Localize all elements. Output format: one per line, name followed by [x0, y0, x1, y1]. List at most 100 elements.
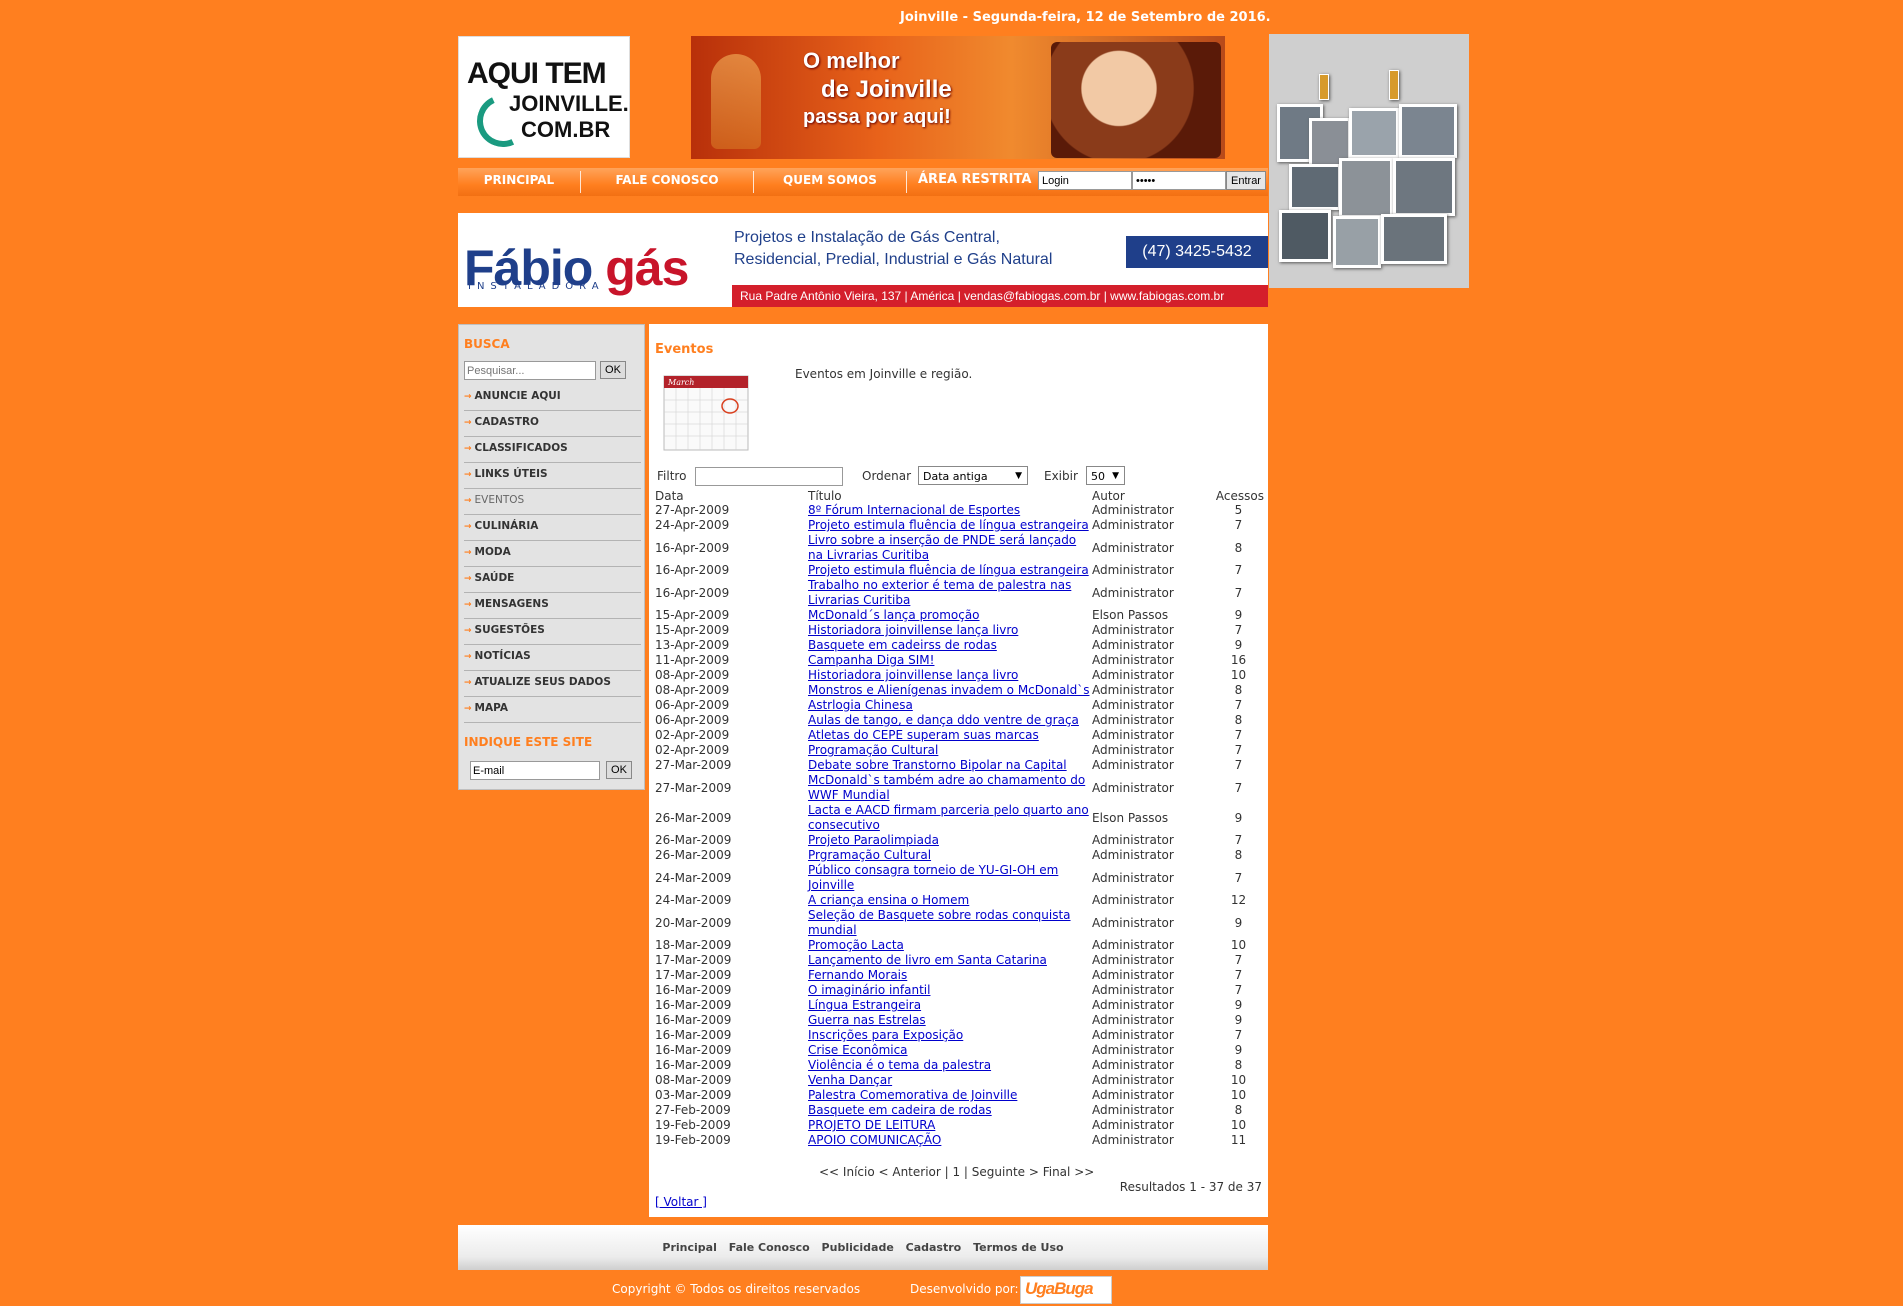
- event-date: 19-Feb-2009: [655, 1118, 731, 1132]
- event-title-link[interactable]: Projeto Paraolimpiada: [808, 833, 939, 847]
- event-title-link[interactable]: Público consagra torneio de YU-GI-OH em …: [808, 863, 1058, 892]
- email-input[interactable]: [470, 761, 600, 780]
- table-row: 11-Apr-2009 Campanha Diga SIM! Administrat…: [655, 653, 1265, 668]
- event-views: 8: [1234, 1058, 1243, 1072]
- chevron-down-icon: ▼: [1112, 471, 1119, 481]
- password-input[interactable]: [1132, 171, 1226, 190]
- event-title-link[interactable]: Lançamento de livro em Santa Catarina: [808, 953, 1047, 967]
- sidebar-item[interactable]: → MAPA: [464, 697, 641, 723]
- footer-link-cadastro[interactable]: Cadastro: [906, 1241, 962, 1254]
- event-title: Seleção de Basquete sobre rodas conquist…: [808, 908, 1092, 938]
- sidebar-item[interactable]: → CLASSIFICADOS: [464, 437, 641, 463]
- site-logo[interactable]: AQUI TEM JOINVILLE. COM.BR: [458, 36, 630, 158]
- entrar-button[interactable]: Entrar: [1226, 171, 1266, 190]
- event-title-link[interactable]: Projeto estimula fluência de língua estr…: [808, 563, 1089, 577]
- event-title-link[interactable]: McDonald´s lança promoção: [808, 608, 980, 622]
- col-data-header[interactable]: Data: [655, 489, 808, 503]
- sidebar-item[interactable]: → SAÚDE: [464, 567, 641, 593]
- footer-link-publicidade[interactable]: Publicidade: [822, 1241, 894, 1254]
- footer-link-principal[interactable]: Principal: [662, 1241, 716, 1254]
- nav-principal[interactable]: PRINCIPAL: [458, 168, 580, 196]
- event-title-link[interactable]: Basquete em cadeira de rodas: [808, 1103, 992, 1117]
- event-title-link[interactable]: Lacta e AACD firmam parceria pelo quarto…: [808, 803, 1089, 832]
- search-input[interactable]: [464, 361, 596, 380]
- nav-quem-somos[interactable]: QUEM SOMOS: [754, 168, 906, 196]
- event-title-link[interactable]: PROJETO DE LEITURA: [808, 1118, 935, 1132]
- sidebar-item[interactable]: → MENSAGENS: [464, 593, 641, 619]
- event-title: Basquete em cadeira de rodas: [808, 1103, 1092, 1118]
- table-row: 08-Apr-2009 Historiadora joinvillense lan…: [655, 668, 1265, 683]
- event-title-link[interactable]: Fernando Morais: [808, 968, 907, 982]
- event-title-link[interactable]: Astrlogia Chinesa: [808, 698, 913, 712]
- footer-link-fale-conosco[interactable]: Fale Conosco: [729, 1241, 810, 1254]
- search-ok-button[interactable]: OK: [600, 361, 626, 379]
- event-title-link[interactable]: Venha Dançar: [808, 1073, 892, 1087]
- collage-photo: [1381, 214, 1447, 264]
- event-title-link[interactable]: Guerra nas Estrelas: [808, 1013, 926, 1027]
- arrow-right-icon: →: [464, 444, 472, 454]
- event-title-link[interactable]: Prgramação Cultural: [808, 848, 931, 862]
- event-title: 8º Fórum Internacional de Esportes: [808, 503, 1092, 518]
- sidebar-item[interactable]: → ANUNCIE AQUI: [464, 385, 641, 411]
- nav-fale-conosco[interactable]: FALE CONOSCO: [581, 168, 753, 196]
- event-title-link[interactable]: Promoção Lacta: [808, 938, 904, 952]
- event-title: Historiadora joinvillense lança livro: [808, 668, 1092, 683]
- event-title-link[interactable]: Crise Econômica: [808, 1043, 908, 1057]
- sidebar-item[interactable]: → LINKS ÚTEIS: [464, 463, 641, 489]
- sidebar-item[interactable]: → ATUALIZE SEUS DADOS: [464, 671, 641, 697]
- event-title: Promoção Lacta: [808, 938, 1092, 953]
- sidebar-item[interactable]: → SUGESTÕES: [464, 619, 641, 645]
- event-title: Lançamento de livro em Santa Catarina: [808, 953, 1092, 968]
- sidebar-item[interactable]: → MODA: [464, 541, 641, 567]
- col-titulo-header[interactable]: Título: [808, 489, 1092, 503]
- event-title-link[interactable]: Livro sobre a inserção de PNDE será lanç…: [808, 533, 1076, 562]
- event-views: 7: [1234, 585, 1243, 600]
- pagination[interactable]: << Início < Anterior | 1 | Seguinte > Fi…: [819, 1165, 1094, 1179]
- event-views: 8: [1234, 848, 1243, 862]
- event-title-link[interactable]: Aulas de tango, e dança ddo ventre de gr…: [808, 713, 1079, 727]
- event-title-link[interactable]: Violência é o tema da palestra: [808, 1058, 991, 1072]
- filtro-input[interactable]: [695, 467, 843, 486]
- event-title-link[interactable]: Língua Estrangeira: [808, 998, 921, 1012]
- event-title-link[interactable]: Trabalho no exterior é tema de palestra …: [808, 578, 1071, 607]
- event-title-link[interactable]: McDonald`s também adre ao chamamento do …: [808, 773, 1085, 802]
- sidebar-item[interactable]: → NOTÍCIAS: [464, 645, 641, 671]
- event-date: 11-Apr-2009: [655, 653, 730, 667]
- photo-collage-ad[interactable]: [1269, 34, 1469, 288]
- event-title-link[interactable]: Debate sobre Transtorno Bipolar na Capit…: [808, 758, 1067, 772]
- indique-ok-button[interactable]: OK: [606, 761, 632, 779]
- event-title-link[interactable]: Monstros e Alienígenas invadem o McDonal…: [808, 683, 1090, 697]
- event-title-link[interactable]: Programação Cultural: [808, 743, 938, 757]
- developer-logo[interactable]: UgaBuga: [1020, 1276, 1112, 1304]
- fabio-gas-ad[interactable]: Fábio gás INSTALADORA Projetos e Instala…: [458, 213, 1268, 307]
- event-title-link[interactable]: A criança ensina o Homem: [808, 893, 969, 907]
- header-banner[interactable]: O melhor de Joinville passa por aqui!: [691, 36, 1225, 159]
- event-title-link[interactable]: 8º Fórum Internacional de Esportes: [808, 503, 1020, 517]
- event-title-link[interactable]: Inscrições para Exposição: [808, 1028, 963, 1042]
- event-title-link[interactable]: Seleção de Basquete sobre rodas conquist…: [808, 908, 1071, 937]
- event-title-link[interactable]: Historiadora joinvillense lança livro: [808, 668, 1018, 682]
- exibir-select[interactable]: 50 ▼: [1086, 466, 1125, 485]
- ordenar-select[interactable]: Data antiga ▼: [918, 466, 1028, 485]
- event-title-link[interactable]: Campanha Diga SIM!: [808, 653, 934, 667]
- event-title-link[interactable]: O imaginário infantil: [808, 983, 930, 997]
- login-input[interactable]: [1038, 171, 1132, 190]
- voltar-link[interactable]: [ Voltar ]: [655, 1195, 707, 1209]
- footer-link-termos[interactable]: Termos de Uso: [973, 1241, 1064, 1254]
- sidebar-item[interactable]: → CADASTRO: [464, 411, 641, 437]
- col-acessos-header[interactable]: Acessos: [1212, 489, 1265, 503]
- event-title-link[interactable]: Palestra Comemorativa de Joinville: [808, 1088, 1017, 1102]
- event-title-link[interactable]: Basquete em cadeirss de rodas: [808, 638, 997, 652]
- sidebar-item[interactable]: → CULINÁRIA: [464, 515, 641, 541]
- event-title-link[interactable]: APOIO COMUNICAÇÃO: [808, 1133, 941, 1147]
- event-date: 15-Apr-2009: [655, 608, 730, 622]
- event-title-link[interactable]: Atletas do CEPE superam suas marcas: [808, 728, 1039, 742]
- event-title-link[interactable]: Historiadora joinvillense lança livro: [808, 623, 1018, 637]
- event-views: 7: [1234, 780, 1243, 795]
- col-autor-header[interactable]: Autor: [1092, 489, 1212, 503]
- events-table: Data Título Autor Acessos 27-Apr-2009 8º …: [655, 489, 1265, 1148]
- event-title-link[interactable]: Projeto estimula fluência de língua estr…: [808, 518, 1089, 532]
- arrow-right-icon: →: [464, 496, 472, 506]
- event-date: 03-Mar-2009: [655, 1088, 732, 1102]
- sidebar-item[interactable]: → EVENTOS: [464, 489, 641, 515]
